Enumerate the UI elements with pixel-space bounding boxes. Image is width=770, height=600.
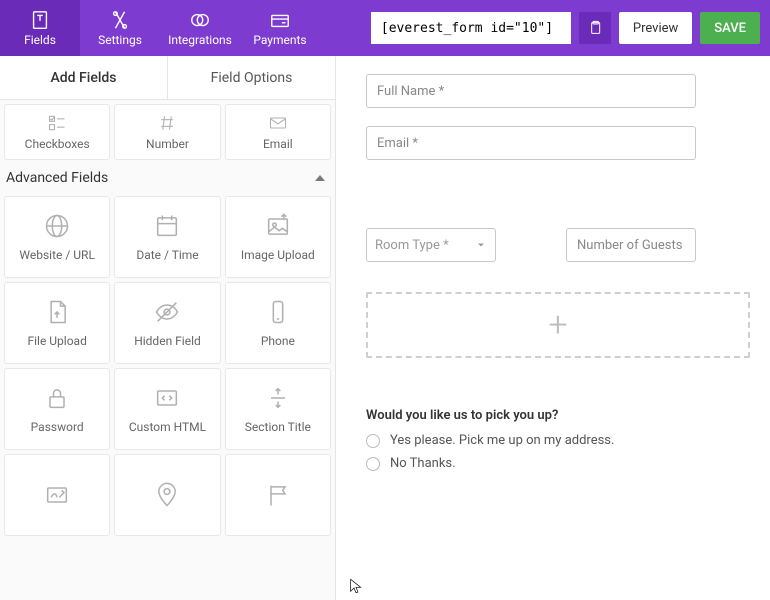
- section-title: Advanced Fields: [6, 170, 108, 186]
- field-extra-3[interactable]: [225, 454, 331, 536]
- option-label: Yes please. Pick me up on my address.: [390, 433, 614, 448]
- preview-button[interactable]: Preview: [619, 12, 692, 44]
- room-type-placeholder: Room Type *: [375, 238, 449, 253]
- pickup-option-yes[interactable]: Yes please. Pick me up on my address.: [366, 433, 750, 448]
- field-label: Image Upload: [241, 248, 315, 262]
- number-icon: [157, 113, 177, 133]
- fields-panel: Checkboxes Number Email Advanced Fields: [0, 100, 335, 600]
- top-toolbar: Fields Settings Integrations Payments Pr…: [0, 0, 770, 56]
- hidden-icon: [153, 298, 181, 326]
- field-label: Email: [263, 137, 293, 151]
- nav-label: Payments: [253, 33, 306, 47]
- form-field-full-name[interactable]: Full Name *: [366, 74, 750, 108]
- integrations-icon: [189, 9, 211, 31]
- radio-icon: [366, 457, 380, 471]
- tab-add-fields[interactable]: Add Fields: [0, 56, 168, 100]
- plus-icon: +: [548, 305, 567, 345]
- file-upload-icon: [43, 298, 71, 326]
- field-number[interactable]: Number: [114, 104, 220, 160]
- nav-payments[interactable]: Payments: [240, 0, 320, 56]
- field-checkboxes[interactable]: Checkboxes: [4, 104, 110, 160]
- option-label: No Thanks.: [390, 456, 456, 471]
- field-label: Date / Time: [136, 248, 198, 262]
- field-label: Section Title: [245, 420, 311, 434]
- field-label: Website / URL: [19, 248, 95, 262]
- save-button[interactable]: SAVE: [700, 12, 760, 44]
- field-hidden[interactable]: Hidden Field: [114, 282, 220, 364]
- field-label: Phone: [261, 334, 295, 348]
- field-label: File Upload: [27, 334, 86, 348]
- nav-label: Fields: [24, 33, 56, 47]
- field-phone[interactable]: Phone: [225, 282, 331, 364]
- field-file-upload[interactable]: File Upload: [4, 282, 110, 364]
- payments-icon: [269, 9, 291, 31]
- form-field-email[interactable]: Email *: [366, 126, 750, 160]
- drop-zone[interactable]: +: [366, 292, 750, 358]
- field-extra-2[interactable]: [114, 454, 220, 536]
- sidebar: Add Fields Field Options Checkboxes Numb…: [0, 56, 336, 600]
- checkboxes-icon: [47, 113, 67, 133]
- form-canvas: Full Name * Email * Room Type * Number o…: [336, 56, 770, 600]
- shortcode-input[interactable]: [371, 12, 571, 44]
- email-input[interactable]: Email *: [366, 126, 696, 160]
- field-label: Password: [31, 420, 84, 434]
- pickup-option-no[interactable]: No Thanks.: [366, 456, 750, 471]
- top-right: Preview SAVE: [371, 0, 770, 56]
- advanced-fields-header[interactable]: Advanced Fields: [0, 160, 335, 192]
- field-website-url[interactable]: Website / URL: [4, 196, 110, 278]
- lock-icon: [43, 384, 71, 412]
- pickup-question: Would you like us to pick you up?: [366, 408, 750, 423]
- collapse-icon: [315, 175, 325, 181]
- field-custom-html[interactable]: Custom HTML: [114, 368, 220, 450]
- section-title-icon: [264, 384, 292, 412]
- signature-icon: [43, 481, 71, 509]
- email-icon: [268, 113, 288, 133]
- field-date-time[interactable]: Date / Time: [114, 196, 220, 278]
- nav-fields[interactable]: Fields: [0, 0, 80, 56]
- html-icon: [153, 384, 181, 412]
- tab-field-options[interactable]: Field Options: [168, 56, 335, 100]
- settings-icon: [109, 9, 131, 31]
- radio-icon: [366, 434, 380, 448]
- field-label: Hidden Field: [134, 334, 201, 348]
- image-upload-icon: [264, 212, 292, 240]
- nav-label: Integrations: [168, 33, 232, 47]
- full-name-input[interactable]: Full Name *: [366, 74, 696, 108]
- field-password[interactable]: Password: [4, 368, 110, 450]
- nav-settings[interactable]: Settings: [80, 0, 160, 56]
- sidebar-tabs: Add Fields Field Options: [0, 56, 335, 100]
- flag-icon: [264, 481, 292, 509]
- fields-icon: [29, 9, 51, 31]
- calendar-icon: [153, 212, 181, 240]
- field-extra-1[interactable]: [4, 454, 110, 536]
- field-section-title[interactable]: Section Title: [225, 368, 331, 450]
- copy-shortcode-button[interactable]: [579, 12, 611, 44]
- field-email[interactable]: Email: [225, 104, 331, 160]
- chevron-down-icon: [475, 239, 487, 251]
- top-nav: Fields Settings Integrations Payments: [0, 0, 320, 56]
- globe-icon: [43, 212, 71, 240]
- field-label: Custom HTML: [129, 420, 206, 434]
- field-label: Number: [146, 137, 189, 151]
- nav-integrations[interactable]: Integrations: [160, 0, 240, 56]
- clipboard-icon: [587, 20, 603, 36]
- room-type-select[interactable]: Room Type *: [366, 228, 496, 262]
- phone-icon: [264, 298, 292, 326]
- field-image-upload[interactable]: Image Upload: [225, 196, 331, 278]
- nav-label: Settings: [98, 33, 142, 47]
- field-label: Checkboxes: [25, 137, 90, 151]
- location-icon: [153, 481, 181, 509]
- guests-input[interactable]: Number of Guests: [566, 228, 696, 262]
